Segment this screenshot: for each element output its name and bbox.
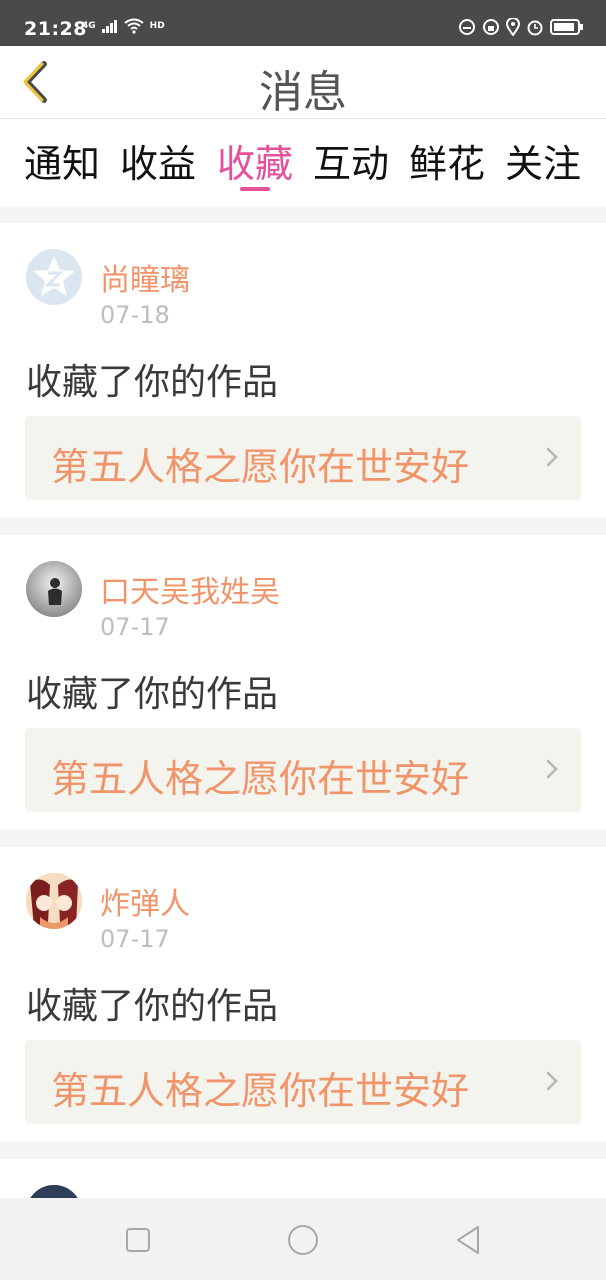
- date: 07-17: [100, 613, 170, 641]
- chevron-right-icon: [546, 759, 558, 779]
- recent-apps-icon: [126, 1228, 150, 1252]
- back-icon: [457, 1226, 479, 1254]
- status-time: 21:28: [24, 18, 87, 40]
- username[interactable]: 炸弹人: [100, 879, 190, 923]
- sync-icon: [459, 19, 475, 35]
- tab-earnings[interactable]: 收益: [110, 133, 206, 188]
- avatar[interactable]: [26, 873, 82, 929]
- action-text: 收藏了你的作品: [26, 362, 279, 403]
- avatar-image: [26, 561, 82, 617]
- chevron-right-icon: [546, 1071, 558, 1091]
- work-link[interactable]: 第五人格之愿你在世安好: [25, 1040, 581, 1124]
- active-tab-indicator: [240, 187, 270, 191]
- avatar[interactable]: [26, 561, 82, 617]
- username[interactable]: 口天吴我姓吴: [100, 567, 280, 611]
- tab-notifications[interactable]: 通知: [14, 133, 110, 188]
- action-text: 收藏了你的作品: [26, 674, 279, 715]
- location-icon: [506, 18, 520, 36]
- top-bar: 消息: [0, 46, 606, 119]
- nav-back-button[interactable]: [448, 1220, 488, 1260]
- tab-following[interactable]: 关注: [495, 133, 591, 188]
- message-card: 口天吴我姓吴 07-17 收藏了你的作品 第五人格之愿你在世安好: [0, 535, 606, 830]
- battery-icon: [550, 19, 583, 35]
- avatar[interactable]: [26, 249, 82, 305]
- signal-icon: [101, 20, 117, 33]
- username[interactable]: 尚瞳璃: [100, 255, 190, 299]
- avatar-image: [26, 873, 82, 929]
- work-title: 第五人格之愿你在世安好: [51, 757, 470, 801]
- tab-favorites[interactable]: 收藏: [207, 133, 303, 188]
- work-title: 第五人格之愿你在世安好: [51, 1069, 470, 1113]
- message-card: 炸弹人 07-17 收藏了你的作品 第五人格之愿你在世安好: [0, 847, 606, 1142]
- hd-icon: HD: [149, 21, 165, 31]
- default-avatar-icon: [33, 256, 75, 296]
- network-type-label: 4G: [82, 21, 96, 31]
- work-link[interactable]: 第五人格之愿你在世安好: [25, 416, 581, 500]
- date: 07-17: [100, 925, 170, 953]
- work-title: 第五人格之愿你在世安好: [51, 445, 470, 489]
- home-icon: [288, 1225, 318, 1255]
- page-title: 消息: [259, 67, 347, 118]
- message-card: 尚瞳璃 07-18 收藏了你的作品 第五人格之愿你在世安好: [0, 223, 606, 518]
- system-nav-bar: [0, 1198, 606, 1280]
- chevron-right-icon: [546, 447, 558, 467]
- work-link[interactable]: 第五人格之愿你在世安好: [25, 728, 581, 812]
- tab-bar: 通知 收益 收藏 互动 鲜花 关注: [0, 119, 606, 207]
- lock-icon: [483, 19, 499, 35]
- home-button[interactable]: [283, 1220, 323, 1260]
- status-bar: 21:28 4G HD: [0, 0, 606, 46]
- alarm-icon: [527, 20, 543, 36]
- date: 07-18: [100, 301, 170, 329]
- action-text: 收藏了你的作品: [26, 986, 279, 1027]
- recent-apps-button[interactable]: [118, 1220, 158, 1260]
- tab-interactions[interactable]: 互动: [303, 133, 399, 188]
- tab-flowers[interactable]: 鲜花: [399, 133, 495, 188]
- wifi-icon: [124, 18, 144, 34]
